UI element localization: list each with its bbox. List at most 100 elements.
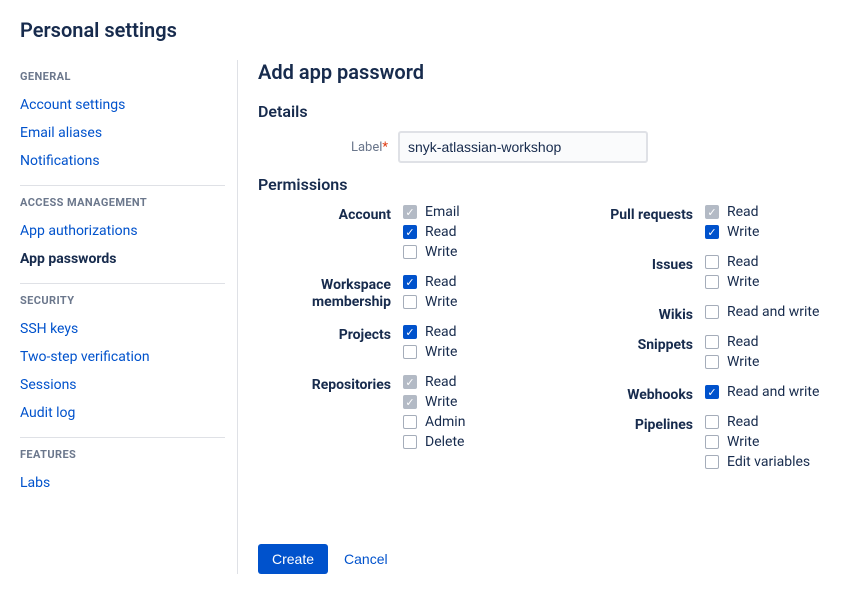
perm-option-label: Delete xyxy=(425,434,464,450)
checkbox-read[interactable]: ✓ xyxy=(403,325,417,339)
cancel-button[interactable]: Cancel xyxy=(344,551,388,567)
main-content: Add app password Details Label* Permissi… xyxy=(238,60,822,574)
checkbox-write[interactable] xyxy=(403,295,417,309)
checkbox-read[interactable] xyxy=(705,335,719,349)
perm-option-label: Read xyxy=(727,254,759,270)
sidebar-section-heading: FEATURES xyxy=(20,448,225,461)
check-icon: ✓ xyxy=(405,397,414,408)
perm-option-label: Read and write xyxy=(727,304,819,320)
perm-option: Write xyxy=(705,354,822,370)
create-button[interactable]: Create xyxy=(258,544,328,574)
perm-group-issues: Issues Read Write xyxy=(560,254,822,294)
sidebar-item-notifications[interactable]: Notifications xyxy=(20,147,225,175)
perm-option: ✓ Read xyxy=(403,324,520,340)
perm-option-label: Edit variables xyxy=(727,454,810,470)
sidebar: GENERAL Account settingsEmail aliasesNoti… xyxy=(20,60,238,574)
perm-option: Read xyxy=(705,414,822,430)
perm-option: Read and write xyxy=(705,304,822,320)
perm-option-label: Write xyxy=(727,434,759,450)
perm-group-label: Issues xyxy=(560,254,705,294)
perm-group-label: Wikis xyxy=(560,304,705,324)
checkbox-email: ✓ xyxy=(403,205,417,219)
perm-option-label: Write xyxy=(727,274,759,290)
perm-option: ✓Read and write xyxy=(705,384,822,400)
perm-option: ✓ Read xyxy=(403,224,520,240)
perm-option-label: Read xyxy=(425,324,457,340)
sidebar-item-email-aliases[interactable]: Email aliases xyxy=(20,119,225,147)
checkbox-write[interactable] xyxy=(403,245,417,259)
perm-option: ✓Email xyxy=(403,204,520,220)
checkbox-read[interactable] xyxy=(705,255,719,269)
perm-group-pipelines: Pipelines Read Write Edit variables xyxy=(560,414,822,474)
checkbox-read[interactable]: ✓ xyxy=(403,275,417,289)
perm-group-label: Webhooks xyxy=(560,384,705,404)
checkbox-read[interactable] xyxy=(705,415,719,429)
perm-option: ✓ Write xyxy=(403,394,520,410)
perm-option-label: Read xyxy=(425,224,457,240)
checkbox-read[interactable]: ✓ xyxy=(403,225,417,239)
sidebar-item-app-authorizations[interactable]: App authorizations xyxy=(20,217,225,245)
sidebar-divider xyxy=(20,437,225,438)
label-field-label: Label* xyxy=(258,140,398,155)
checkbox-write[interactable] xyxy=(705,275,719,289)
perm-group-label: Pipelines xyxy=(560,414,705,474)
sidebar-section-heading: GENERAL xyxy=(20,70,225,83)
sidebar-divider xyxy=(20,283,225,284)
perm-option: ✓ Read xyxy=(403,274,520,290)
sidebar-item-ssh-keys[interactable]: SSH keys xyxy=(20,315,225,343)
perm-option-label: Write xyxy=(425,344,457,360)
perm-option: Delete xyxy=(403,434,520,450)
sidebar-divider xyxy=(20,185,225,186)
label-input[interactable] xyxy=(398,131,648,163)
perm-option-label: Write xyxy=(425,294,457,310)
checkbox-write[interactable] xyxy=(705,435,719,449)
sidebar-item-labs[interactable]: Labs xyxy=(20,469,225,497)
checkbox-edit-variables[interactable] xyxy=(705,455,719,469)
checkbox-read-and-write[interactable] xyxy=(705,305,719,319)
sidebar-item-app-passwords[interactable]: App passwords xyxy=(20,245,225,273)
check-icon: ✓ xyxy=(707,227,716,238)
perm-option-label: Write xyxy=(425,394,457,410)
perm-option-label: Write xyxy=(727,224,759,240)
perm-option-label: Read xyxy=(727,414,759,430)
perm-group-label: Repositories xyxy=(258,374,403,454)
perm-option: Edit variables xyxy=(705,454,822,470)
sidebar-item-sessions[interactable]: Sessions xyxy=(20,371,225,399)
checkbox-delete[interactable] xyxy=(403,435,417,449)
checkbox-write[interactable]: ✓ xyxy=(705,225,719,239)
check-icon: ✓ xyxy=(405,327,414,338)
perm-group-label: Account xyxy=(258,204,403,264)
perm-option: Admin xyxy=(403,414,520,430)
checkbox-write[interactable] xyxy=(403,345,417,359)
perm-option-label: Admin xyxy=(425,414,465,430)
perm-option: Read xyxy=(705,334,822,350)
perm-option: Write xyxy=(403,294,520,310)
perm-option: Write xyxy=(403,344,520,360)
perm-option-label: Read xyxy=(425,274,457,290)
page-title: Personal settings xyxy=(20,18,822,42)
checkbox-read: ✓ xyxy=(705,205,719,219)
perm-group-label: Workspace membership xyxy=(258,274,403,314)
perm-group-label: Pull requests xyxy=(560,204,705,244)
perm-option-label: Write xyxy=(425,244,457,260)
perm-group-account: Account✓Email✓ReadWrite xyxy=(258,204,520,264)
checkbox-write: ✓ xyxy=(403,395,417,409)
perm-option: Write xyxy=(403,244,520,260)
sidebar-item-two-step-verification[interactable]: Two-step verification xyxy=(20,343,225,371)
details-heading: Details xyxy=(258,102,822,121)
sidebar-item-account-settings[interactable]: Account settings xyxy=(20,91,225,119)
perm-group-projects: Projects✓ReadWrite xyxy=(258,324,520,364)
checkbox-read-and-write[interactable]: ✓ xyxy=(705,385,719,399)
checkbox-write[interactable] xyxy=(705,355,719,369)
permissions-heading: Permissions xyxy=(258,175,822,194)
perm-option: ✓Read xyxy=(403,374,520,390)
perm-option-label: Read xyxy=(425,374,457,390)
check-icon: ✓ xyxy=(405,277,414,288)
check-icon: ✓ xyxy=(405,227,414,238)
checkbox-admin[interactable] xyxy=(403,415,417,429)
check-icon: ✓ xyxy=(707,207,716,218)
sidebar-item-audit-log[interactable]: Audit log xyxy=(20,399,225,427)
perm-group-repositories: Repositories✓Read ✓ Write Admin Delete xyxy=(258,374,520,454)
perm-option: Write xyxy=(705,274,822,290)
perm-option-label: Write xyxy=(727,354,759,370)
